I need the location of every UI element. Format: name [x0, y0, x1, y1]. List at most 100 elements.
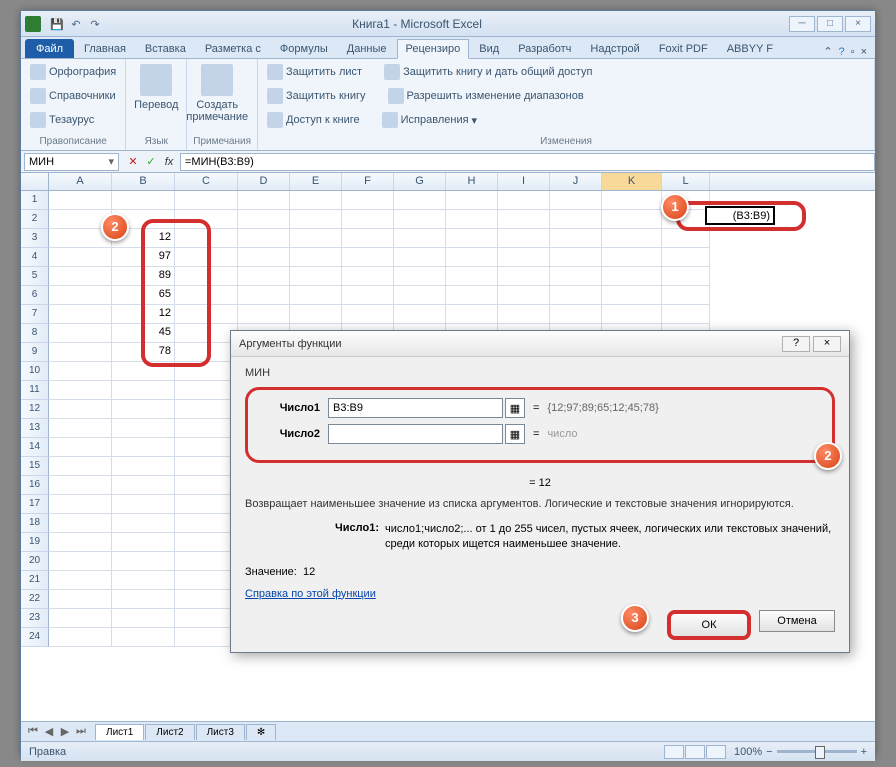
row-header-12[interactable]: 12	[21, 400, 49, 419]
col-header-B[interactable]: B	[112, 173, 175, 190]
cell-E5[interactable]	[290, 267, 342, 286]
cell-F7[interactable]	[342, 305, 394, 324]
cell-A8[interactable]	[49, 324, 112, 343]
window-restore-icon[interactable]: ▫	[851, 46, 855, 58]
next-sheet-icon[interactable]: ▶	[57, 725, 73, 738]
tab-layout[interactable]: Разметка с	[196, 39, 270, 58]
cell-B22[interactable]	[112, 590, 175, 609]
cell-A6[interactable]	[49, 286, 112, 305]
tab-data[interactable]: Данные	[338, 39, 396, 58]
cell-D7[interactable]	[238, 305, 290, 324]
col-header-L[interactable]: L	[662, 173, 710, 190]
ok-button[interactable]: ОК	[667, 610, 751, 640]
zoom-out-icon[interactable]: −	[766, 746, 772, 758]
cell-A11[interactable]	[49, 381, 112, 400]
first-sheet-icon[interactable]: ⏮	[25, 725, 41, 738]
cell-E7[interactable]	[290, 305, 342, 324]
cell-C17[interactable]	[175, 495, 238, 514]
save-icon[interactable]: 💾	[49, 16, 65, 32]
cell-C1[interactable]	[175, 191, 238, 210]
cell-H2[interactable]	[446, 210, 498, 229]
tab-file[interactable]: Файл	[25, 39, 74, 58]
cell-A22[interactable]	[49, 590, 112, 609]
cell-J4[interactable]	[550, 248, 602, 267]
cell-E1[interactable]	[290, 191, 342, 210]
cell-G1[interactable]	[394, 191, 446, 210]
active-cell[interactable]: (B3:B9)	[705, 206, 775, 225]
row-header-8[interactable]: 8	[21, 324, 49, 343]
select-all-corner[interactable]	[21, 173, 49, 190]
cell-C20[interactable]	[175, 552, 238, 571]
share-book-button[interactable]: Доступ к книге	[264, 110, 363, 130]
new-sheet-button[interactable]: ✻	[246, 724, 276, 740]
tab-insert[interactable]: Вставка	[136, 39, 195, 58]
cell-H4[interactable]	[446, 248, 498, 267]
cell-E6[interactable]	[290, 286, 342, 305]
row-header-23[interactable]: 23	[21, 609, 49, 628]
undo-icon[interactable]: ↶	[68, 16, 84, 32]
cell-L6[interactable]	[662, 286, 710, 305]
row-header-3[interactable]: 3	[21, 229, 49, 248]
cell-C7[interactable]	[175, 305, 238, 324]
cell-F6[interactable]	[342, 286, 394, 305]
row-header-13[interactable]: 13	[21, 419, 49, 438]
cell-G5[interactable]	[394, 267, 446, 286]
cell-C4[interactable]	[175, 248, 238, 267]
minimize-button[interactable]: ─	[789, 16, 815, 32]
protect-sheet-button[interactable]: Защитить лист	[264, 62, 365, 82]
arg1-input[interactable]	[328, 398, 503, 418]
thesaurus-button[interactable]: Тезаурус	[27, 110, 119, 130]
dialog-close-button[interactable]: ×	[813, 336, 841, 352]
last-sheet-icon[interactable]: ⏭	[73, 725, 89, 738]
tab-formulas[interactable]: Формулы	[271, 39, 337, 58]
cell-J1[interactable]	[550, 191, 602, 210]
cell-I7[interactable]	[498, 305, 550, 324]
cell-J6[interactable]	[550, 286, 602, 305]
cell-C3[interactable]	[175, 229, 238, 248]
cell-B5[interactable]: 89	[112, 267, 175, 286]
cell-J5[interactable]	[550, 267, 602, 286]
cell-F4[interactable]	[342, 248, 394, 267]
track-changes-button[interactable]: Исправления ▾	[379, 110, 480, 130]
cell-B23[interactable]	[112, 609, 175, 628]
zoom-in-icon[interactable]: +	[861, 746, 867, 758]
zoom-level[interactable]: 100%	[734, 746, 762, 758]
cell-A4[interactable]	[49, 248, 112, 267]
row-header-24[interactable]: 24	[21, 628, 49, 647]
cell-G3[interactable]	[394, 229, 446, 248]
spelling-button[interactable]: Орфография	[27, 62, 119, 82]
row-header-1[interactable]: 1	[21, 191, 49, 210]
cell-A9[interactable]	[49, 343, 112, 362]
col-header-G[interactable]: G	[394, 173, 446, 190]
cell-G4[interactable]	[394, 248, 446, 267]
cell-G2[interactable]	[394, 210, 446, 229]
row-header-10[interactable]: 10	[21, 362, 49, 381]
cell-B20[interactable]	[112, 552, 175, 571]
allow-ranges-button[interactable]: Разрешить изменение диапазонов	[385, 86, 587, 106]
cell-B6[interactable]: 65	[112, 286, 175, 305]
cell-C13[interactable]	[175, 419, 238, 438]
cell-A20[interactable]	[49, 552, 112, 571]
cell-C21[interactable]	[175, 571, 238, 590]
cell-B24[interactable]	[112, 628, 175, 647]
cell-A13[interactable]	[49, 419, 112, 438]
cell-D5[interactable]	[238, 267, 290, 286]
cell-J3[interactable]	[550, 229, 602, 248]
prev-sheet-icon[interactable]: ◀	[41, 725, 57, 738]
cell-A12[interactable]	[49, 400, 112, 419]
cell-A5[interactable]	[49, 267, 112, 286]
tab-view[interactable]: Вид	[470, 39, 508, 58]
cell-L7[interactable]	[662, 305, 710, 324]
cell-I5[interactable]	[498, 267, 550, 286]
cell-E2[interactable]	[290, 210, 342, 229]
cell-A16[interactable]	[49, 476, 112, 495]
cell-K5[interactable]	[602, 267, 662, 286]
col-header-H[interactable]: H	[446, 173, 498, 190]
row-header-7[interactable]: 7	[21, 305, 49, 324]
cell-K6[interactable]	[602, 286, 662, 305]
cell-C6[interactable]	[175, 286, 238, 305]
tab-addins[interactable]: Надстрой	[581, 39, 648, 58]
cell-A1[interactable]	[49, 191, 112, 210]
cell-H5[interactable]	[446, 267, 498, 286]
protect-book-button[interactable]: Защитить книгу	[264, 86, 369, 106]
